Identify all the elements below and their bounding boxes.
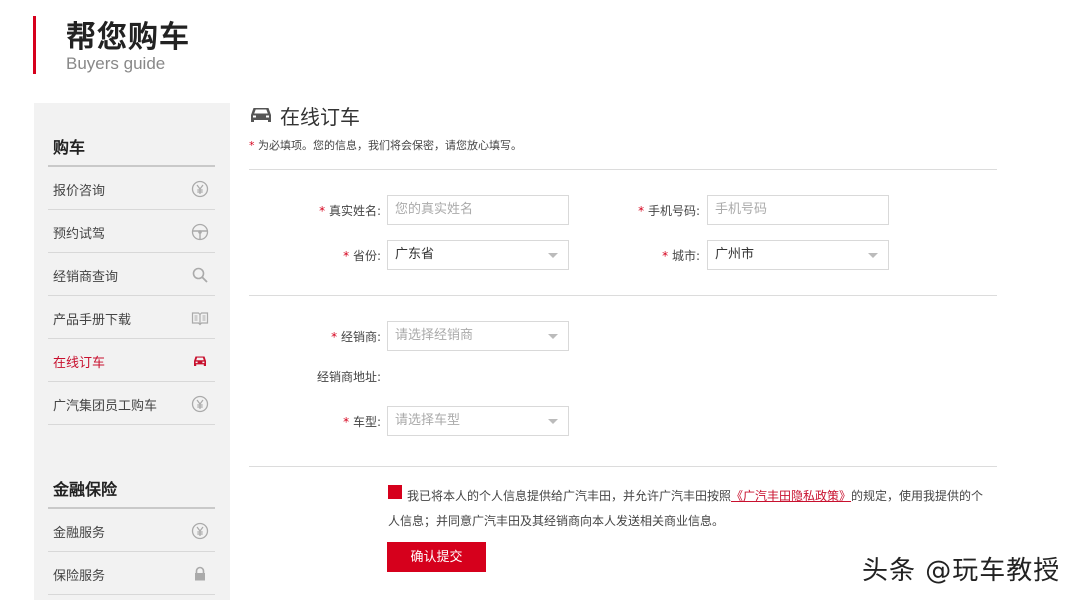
sidebar-item-label: 报价咨询 [53,184,106,199]
header-accent-bar [33,16,36,74]
page-subtitle: Buyers guide [66,54,166,73]
car-icon [191,352,209,370]
chevron-down-icon [548,419,558,424]
sidebar-item-label: 预约试驾 [53,227,106,242]
lock-icon [191,565,209,583]
name-label: * 真实姓名: [319,204,381,218]
name-input[interactable]: 您的真实姓名 [387,195,569,225]
sidebar-item-online-order[interactable]: 在线订车 [48,339,215,382]
page-title: 帮您购车 [66,20,190,55]
sidebar-item-finance-service[interactable]: 金融服务 [48,509,215,552]
city-value: 广州市 [715,247,755,262]
dealer-address-label: 经销商地址: [316,370,381,384]
steering-wheel-icon [191,223,209,241]
yen-circle-icon [191,395,209,413]
chevron-down-icon [548,253,558,258]
sidebar-item-label: 广汽集团员工购车 [53,399,158,414]
required-star: * [249,139,255,152]
sidebar-item-label: 金融服务 [53,526,106,541]
divider [249,295,997,296]
agreement-text-before: 我已将本人的个人信息提供给广汽丰田，并允许广汽丰田按照 [407,489,732,503]
dealer-select[interactable]: 请选择经销商 [387,321,569,351]
search-icon [191,266,209,284]
agreement-text: 我已将本人的个人信息提供给广汽丰田，并允许广汽丰田按照《广汽丰田隐私政策》的规定… [388,484,988,534]
city-label: * 城市: [662,249,700,263]
chevron-down-icon [548,334,558,339]
model-label: * 车型: [343,415,381,429]
sidebar-item-label: 经销商查询 [53,270,119,285]
sidebar-item-quote-inquiry[interactable]: 报价咨询 [48,167,215,210]
sidebar-section-title-purchase: 购车 [53,138,86,157]
section-title: 在线订车 [280,105,360,129]
submit-button[interactable]: 确认提交 [387,542,486,572]
province-label: * 省份: [343,249,381,263]
divider [249,169,997,170]
sidebar-item-test-drive[interactable]: 预约试驾 [48,210,215,253]
dealer-label: * 经销商: [331,330,381,344]
watermark: 头条 @玩车教授 [862,556,1061,586]
sidebar-item-insurance-service[interactable]: 保险服务 [48,552,215,595]
model-placeholder: 请选择车型 [395,413,461,428]
sidebar-item-label: 保险服务 [53,569,106,584]
agreement-checkbox[interactable] [388,485,402,499]
phone-label: * 手机号码: [638,204,700,218]
model-select[interactable]: 请选择车型 [387,406,569,436]
car-icon [249,104,273,124]
open-book-icon [191,309,209,327]
province-select[interactable]: 广东省 [387,240,569,270]
sidebar-section-title-finance: 金融保险 [53,480,118,499]
city-select[interactable]: 广州市 [707,240,889,270]
sidebar-item-brochure-download[interactable]: 产品手册下载 [48,296,215,339]
sidebar-item-label: 在线订车 [53,356,106,371]
chevron-down-icon [868,253,878,258]
dealer-placeholder: 请选择经销商 [395,328,474,343]
phone-input[interactable]: 手机号码 [707,195,889,225]
sidebar-item-employee-purchase[interactable]: 广汽集团员工购车 [48,382,215,425]
sidebar: 购车 报价咨询 预约试驾 经销商查询 产品手册下载 在线订车 广汽集团员工购车 [34,103,230,600]
required-note-text: 为必填项。您的信息，我们将会保密，请您放心填写。 [258,139,522,152]
sidebar-item-dealer-search[interactable]: 经销商查询 [48,253,215,296]
divider [249,466,997,467]
yen-circle-icon [191,180,209,198]
yen-circle-icon [191,522,209,540]
privacy-policy-link[interactable]: 《广汽丰田隐私政策》 [731,489,851,503]
required-note: * 为必填项。您的信息，我们将会保密，请您放心填写。 [249,137,522,153]
sidebar-item-label: 产品手册下载 [53,313,132,328]
province-value: 广东省 [395,247,435,262]
